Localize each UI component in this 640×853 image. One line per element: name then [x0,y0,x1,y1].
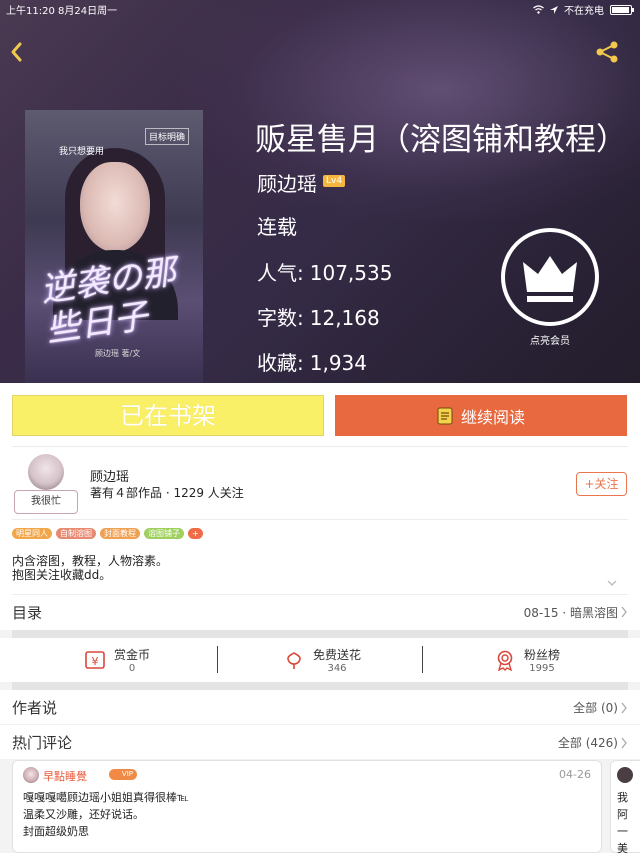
reward-coins-button[interactable]: ¥ 赏金币 0 [84,646,150,674]
battery-icon [610,4,634,15]
author-works-meta: 著有４部作品 · 1229 人关注 [90,486,244,500]
tag-item[interactable]: 溶图铺子 [144,528,184,539]
comment-line: 封面超级奶思 [23,825,89,838]
vip-button[interactable]: 点亮会员 [500,228,600,347]
author-says-all-link[interactable]: 全部 (0) [573,699,618,716]
follow-button[interactable]: +关注 [576,472,627,496]
send-flower-button[interactable]: 免费送花 346 [283,646,361,674]
book-cover[interactable]: 我只想要用 目标明确 逆袭の那些日子 顾边瑶 著/文 [25,110,203,383]
status-time-date: 上午11:20 8月24日周一 [6,6,118,17]
action-bar: 已在书架 继续阅读 [0,383,640,446]
cover-label: 目标明确 [144,128,189,145]
stat-favorites: 收藏: 1,934 [257,351,368,375]
flower-icon [287,652,301,669]
commenter-name[interactable]: 早點睡覺 [43,768,87,784]
wifi-icon [533,5,544,14]
hot-comments-title: 热门评论 [12,734,73,752]
tag-item[interactable]: 封面教程 [100,528,140,539]
author-section: 我很忙 顾边瑶 著有４部作品 · 1229 人关注 +关注 明星同人 自制溶图 … [0,446,640,594]
charging-status: 不在充电 [564,6,604,17]
status-bar: 上午11:20 8月24日周一 不在充电 [0,0,640,18]
commenter-avatar[interactable] [23,767,39,783]
author-name[interactable]: 顾边瑶 [257,168,317,197]
author-avatar[interactable] [28,454,64,490]
commenter-avatar[interactable] [617,767,633,783]
intro-line: 抱图关注收藏dd。 [12,568,112,582]
back-button[interactable] [6,38,30,66]
location-icon [550,5,558,14]
svg-text:¥: ¥ [92,655,99,668]
stat-word-count: 字数: 12,168 [257,306,380,330]
cover-tagline: 我只想要用 [59,147,105,157]
medal-icon [497,650,513,671]
continue-reading-button[interactable]: 继续阅读 [335,395,627,436]
fan-ranking-button[interactable]: 粉丝榜 1995 [494,646,560,674]
comment-date: 04-26 [559,768,591,781]
hot-comments-all-link[interactable]: 全部 (426) [558,734,618,751]
author-status-bubble: 我很忙 [14,490,78,514]
author-level-badge: Lv4 [323,174,346,187]
section-separator [12,682,628,690]
hot-comments-row[interactable]: 热门评论 全部 (426) [0,725,640,759]
tag-more-button[interactable]: + [188,528,203,539]
comment-card[interactable]: 我 阿 一 美 [610,760,640,853]
continue-reading-label: 继续阅读 [460,407,525,427]
tag-item[interactable]: 自制溶图 [56,528,96,539]
book-icon [437,407,453,424]
vip-badge: VIP [109,769,137,780]
author-says-row[interactable]: 作者说 全部 (0) [0,690,640,724]
author-says-title: 作者说 [12,699,58,717]
stat-popularity: 人气: 107,535 [257,261,393,285]
chevron-right-icon [621,702,627,714]
toc-latest-chapter: 08-15 · 暗黑溶图 [523,606,618,620]
tag-list: 明星同人 自制溶图 封面教程 溶图铺子 + [12,528,203,539]
table-of-contents-row[interactable]: 目录 08-15 · 暗黑溶图 [0,594,640,630]
rewards-bar: ¥ 赏金币 0 免费送花 346 粉丝榜 1995 [0,638,640,682]
coin-reward-icon: ¥ [85,651,105,669]
author-info-name[interactable]: 顾边瑶 [90,466,129,485]
cover-author-art: 顾边瑶 著/文 [95,349,141,358]
chevron-left-icon [11,42,22,62]
tag-item[interactable]: 明星同人 [12,528,52,539]
share-button[interactable] [594,40,620,64]
toc-title: 目录 [12,604,43,622]
book-title: 贩星售月（溶图铺和教程） [255,122,627,158]
cover-title-art: 逆袭の那些日子 [38,251,179,351]
vip-label: 点亮会员 [530,336,570,347]
section-separator [12,630,628,638]
bookshelf-button[interactable]: 已在书架 [12,395,324,436]
chevron-right-icon [621,737,627,749]
chevron-down-icon[interactable] [607,578,617,588]
comment-line: 嘎嘎嘎噶顾边瑶小姐姐真得很棒℡ [23,791,189,804]
crown-icon [523,256,577,302]
comment-card[interactable]: 早點睡覺 VIP 04-26 嘎嘎嘎噶顾边瑶小姐姐真得很棒℡ 温柔又沙雕，还好说… [12,760,602,853]
share-icon [596,41,618,63]
chevron-right-icon [621,606,627,618]
book-hero: 上午11:20 8月24日周一 不在充电 我只想要用 目标明确 逆袭の那些日子 … [0,0,640,383]
comment-line: 温柔又沙雕，还好说话。 [23,808,144,821]
serial-status: 连载 [257,215,297,239]
